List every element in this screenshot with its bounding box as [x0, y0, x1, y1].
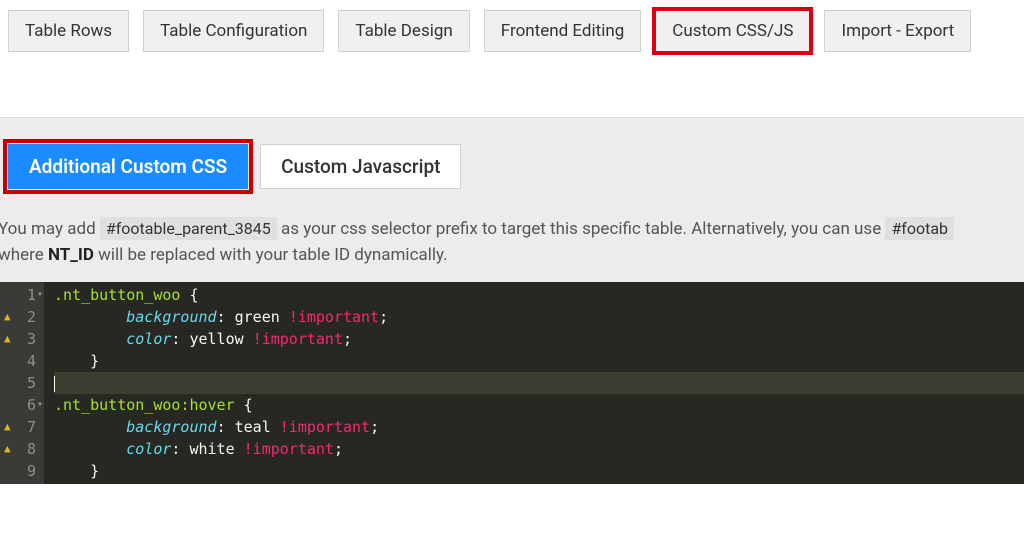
help-text-segment: will be replaced with your table ID dyna…: [98, 245, 448, 265]
code-line: background: green !important;: [54, 306, 1024, 328]
ntid-token: NT_ID: [48, 245, 94, 265]
tab-table-design[interactable]: Table Design: [338, 10, 469, 52]
code-line: color: white !important;: [54, 438, 1024, 460]
tab-import-export[interactable]: Import - Export: [824, 10, 971, 52]
help-text-segment: as your css selector prefix to target th…: [281, 219, 885, 239]
main-tab-bar: Table Rows Table Configuration Table Des…: [0, 0, 1024, 62]
editor-gutter: 1 2 3 4 5 6 7 8 9: [0, 282, 44, 484]
sub-tab-bar: Additional Custom CSS Custom Javascript: [0, 134, 1024, 211]
selector-chip: #footable_parent_3845: [100, 217, 277, 240]
subtab-custom-js[interactable]: Custom Javascript: [260, 144, 461, 189]
line-number: 3: [4, 328, 36, 350]
code-line: .nt_button_woo:hover {: [54, 394, 1024, 416]
tab-frontend-editing[interactable]: Frontend Editing: [484, 10, 641, 52]
subtab-additional-css[interactable]: Additional Custom CSS: [8, 144, 248, 189]
help-text-segment: You may add: [0, 219, 100, 239]
line-number: 1: [4, 284, 36, 306]
cursor-icon: [54, 376, 55, 392]
code-line: background: teal !important;: [54, 416, 1024, 438]
help-text-segment: where: [0, 245, 48, 265]
tab-table-rows[interactable]: Table Rows: [8, 10, 129, 52]
line-number: 2: [4, 306, 36, 328]
line-number: 6: [4, 394, 36, 416]
code-line: [54, 372, 1024, 394]
code-editor[interactable]: 1 2 3 4 5 6 7 8 9 .nt_button_woo { backg…: [0, 282, 1024, 484]
help-text: You may add #footable_parent_3845 as you…: [0, 211, 1024, 282]
code-line: color: yellow !important;: [54, 328, 1024, 350]
editor-code[interactable]: .nt_button_woo { background: green !impo…: [44, 282, 1024, 484]
line-number: 7: [4, 416, 36, 438]
line-number: 8: [4, 438, 36, 460]
tab-custom-css-js[interactable]: Custom CSS/JS: [655, 10, 810, 52]
line-number: 5: [4, 372, 36, 394]
tab-table-config[interactable]: Table Configuration: [143, 10, 324, 52]
selector-chip-alt: #footab: [885, 217, 954, 240]
line-number: 4: [4, 350, 36, 372]
code-line: .nt_button_woo {: [54, 284, 1024, 306]
code-line: }: [54, 460, 1024, 482]
spacer: [0, 62, 1024, 117]
panel: Additional Custom CSS Custom Javascript …: [0, 117, 1024, 484]
line-number: 9: [4, 460, 36, 482]
code-line: }: [54, 350, 1024, 372]
